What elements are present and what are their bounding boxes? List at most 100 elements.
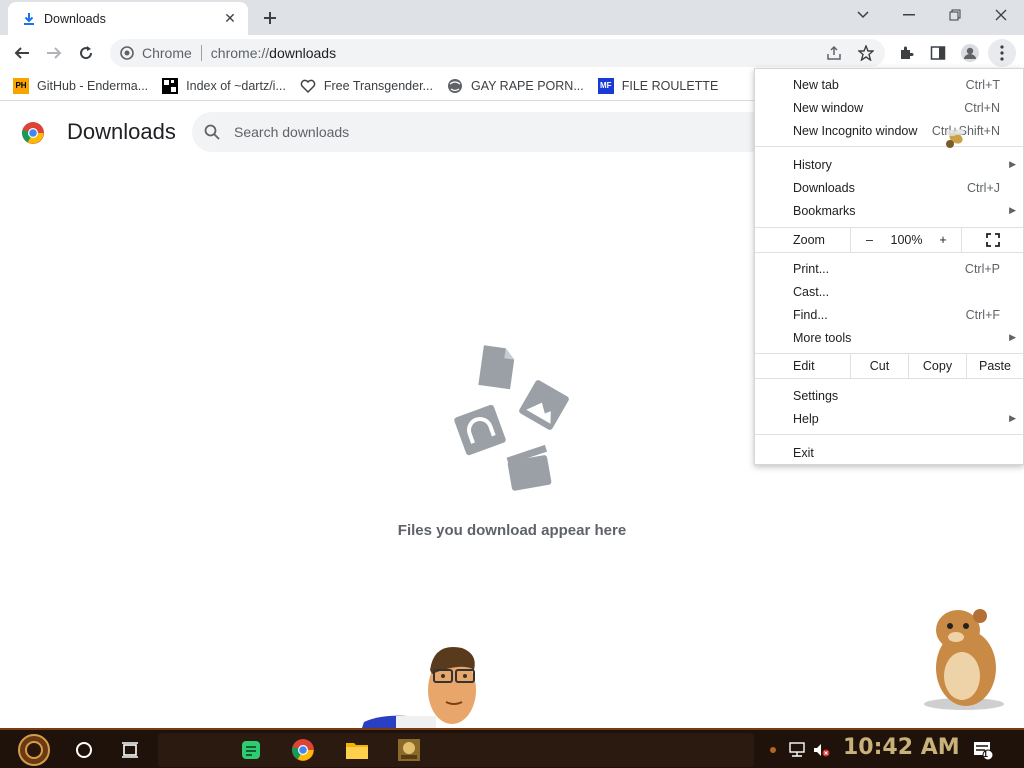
puzzle-icon (901, 46, 914, 59)
menu-item-label: New Incognito window (793, 123, 918, 138)
zoom-label: Zoom (793, 233, 825, 247)
copy-button[interactable]: Copy (908, 354, 966, 378)
menu-item-label: History (793, 157, 832, 172)
bookmark-star-button[interactable] (852, 39, 880, 67)
green-notes-icon (242, 741, 260, 759)
reload-button[interactable] (72, 39, 100, 67)
folder-icon (346, 743, 368, 759)
plus-icon (264, 12, 276, 24)
profile-button[interactable] (956, 39, 984, 67)
menu-item-help[interactable]: Help ▶ (755, 407, 1023, 430)
task-view-button[interactable] (116, 733, 144, 767)
url-scheme: chrome:// (210, 45, 270, 61)
close-window-button[interactable] (978, 0, 1024, 30)
bookmark-item[interactable]: Free Transgender... (300, 74, 433, 98)
menu-item-label: Settings (793, 388, 839, 403)
tab-strip: Downloads ✕ (0, 0, 1024, 35)
menu-item-downloads[interactable]: Downloads Ctrl+J (755, 176, 1023, 199)
mf-favicon-icon: MF (597, 77, 614, 94)
extensions-button[interactable] (892, 39, 920, 67)
volume-muted-icon (814, 744, 830, 757)
search-downloads-input[interactable] (234, 124, 734, 140)
bookmark-item[interactable]: MF FILE ROULETTE (597, 74, 718, 98)
hamster-character (924, 609, 1004, 710)
menu-item-label: Bookmarks (793, 203, 856, 218)
tab-search-button[interactable] (840, 0, 886, 30)
menu-item-label: New tab (793, 77, 839, 92)
url-host: downloads (269, 45, 337, 61)
network-tray-button[interactable] (786, 733, 808, 767)
menu-item-bookmarks[interactable]: Bookmarks ▶ (755, 199, 1023, 222)
shortcut-label: Ctrl+P (964, 261, 1000, 276)
share-button[interactable] (820, 39, 848, 67)
chrome-site-icon (120, 46, 134, 60)
address-bar[interactable]: Chrome chrome://downloads (110, 39, 885, 67)
fullscreen-button[interactable] (961, 228, 1023, 252)
side-panel-button[interactable] (924, 39, 952, 67)
tab-title: Downloads (44, 11, 106, 26)
menu-item-history[interactable]: History ▶ (755, 153, 1023, 176)
submenu-arrow-icon: ▶ (1009, 205, 1016, 215)
menu-item-exit[interactable]: Exit (755, 441, 1023, 464)
chrome-menu-button[interactable] (988, 39, 1016, 67)
image-icon (519, 380, 569, 430)
menu-item-cast[interactable]: Cast... (755, 280, 1023, 303)
menu-item-label: Cast... (793, 284, 830, 299)
taskbar-app-game[interactable] (394, 733, 424, 767)
forward-button[interactable] (40, 39, 68, 67)
menu-item-label: Find... (793, 307, 828, 322)
back-button[interactable] (8, 39, 36, 67)
menu-item-new-incognito-window[interactable]: New Incognito window Ctrl+Shift+N (755, 119, 1023, 142)
bookmark-item[interactable]: Index of ~dartz/i... (162, 74, 286, 98)
network-icon (789, 742, 805, 757)
tray-gem-icon (770, 747, 776, 753)
reload-icon (80, 46, 93, 60)
search-taskbar-button[interactable] (70, 733, 98, 767)
arrow-right-icon (47, 47, 62, 59)
bookmark-item[interactable]: PH GitHub - Enderma... (13, 74, 148, 98)
shortcut-label: Ctrl+T (965, 77, 1000, 92)
close-icon (995, 9, 1007, 21)
taskbar-app-file-explorer[interactable] (342, 733, 372, 767)
menu-item-settings[interactable]: Settings (755, 384, 1023, 407)
menu-item-print[interactable]: Print... Ctrl+P (755, 257, 1023, 280)
empty-downloads-illustration (454, 345, 569, 491)
site-label: Chrome (142, 45, 192, 61)
globe-icon (447, 78, 463, 94)
arrow-left-icon (14, 47, 29, 59)
volume-tray-button[interactable] (810, 733, 832, 767)
zoom-row: Zoom – 100% + (755, 228, 1023, 252)
menu-item-new-window[interactable]: New window Ctrl+N (755, 96, 1023, 119)
menu-item-more-tools[interactable]: More tools ▶ (755, 326, 1023, 349)
bookmark-item[interactable]: GAY RAPE PORN... (447, 74, 584, 98)
chrome-logo-icon (22, 122, 44, 144)
menu-item-find[interactable]: Find... Ctrl+F (755, 303, 1023, 326)
menu-item-label: Exit (793, 445, 814, 460)
bee-cursor-icon (946, 129, 965, 148)
notifications-button[interactable]: 1 (970, 733, 996, 767)
menu-item-label: New window (793, 100, 864, 115)
paste-button[interactable]: Paste (966, 354, 1023, 378)
menu-item-new-tab[interactable]: New tab Ctrl+T (755, 73, 1023, 96)
taskbar-app-chrome[interactable] (288, 733, 318, 767)
show-hidden-icons-button[interactable] (766, 733, 780, 767)
side-panel-icon (930, 46, 946, 60)
taskbar-app-notes[interactable] (236, 733, 266, 767)
minimize-button[interactable] (886, 0, 932, 30)
fullscreen-icon (985, 233, 1000, 247)
start-button[interactable] (10, 733, 58, 767)
tab-downloads[interactable]: Downloads ✕ (8, 2, 248, 35)
zoom-in-button[interactable]: + (925, 228, 961, 252)
tab-close-icon[interactable]: ✕ (222, 10, 238, 27)
menu-divider (755, 434, 1023, 435)
clock[interactable]: 10:42 AM (843, 735, 960, 760)
new-tab-button[interactable] (258, 6, 282, 30)
cut-button[interactable]: Cut (850, 354, 908, 378)
menu-divider (755, 378, 1023, 379)
cartoon-man-character (362, 646, 476, 728)
restore-button[interactable] (932, 0, 978, 30)
zoom-value: 100% (890, 233, 923, 247)
zoom-out-button[interactable]: – (850, 228, 888, 252)
file-icon (478, 345, 515, 390)
submenu-arrow-icon: ▶ (1009, 159, 1016, 169)
